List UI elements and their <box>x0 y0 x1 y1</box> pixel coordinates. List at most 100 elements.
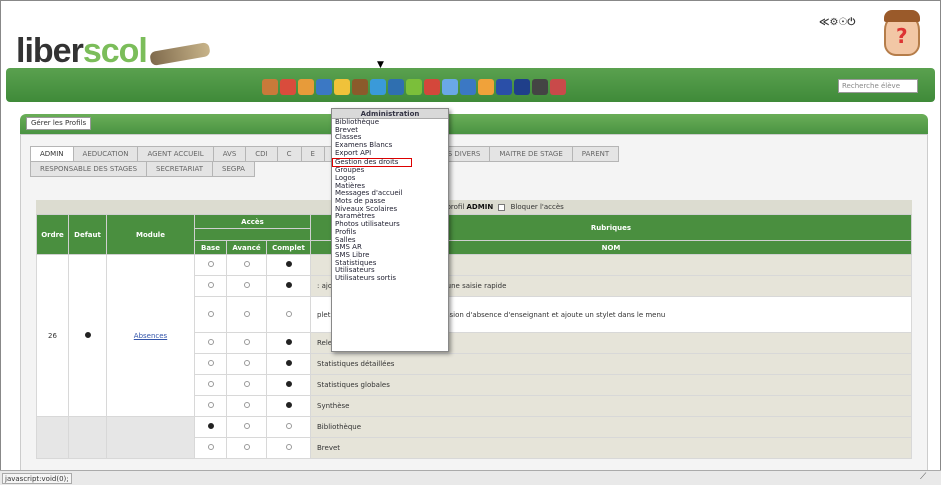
toolbar-icon[interactable] <box>424 79 440 95</box>
toolbar-icon[interactable] <box>532 79 548 95</box>
toolbar-icon[interactable] <box>388 79 404 95</box>
default-cell <box>68 254 107 417</box>
avance-radio[interactable] <box>243 423 250 429</box>
avance-radio[interactable] <box>243 402 250 408</box>
avance-radio[interactable] <box>243 310 250 317</box>
toolbar-icon[interactable] <box>460 79 476 95</box>
caption-profile: ADMIN <box>466 203 494 211</box>
complet-radio[interactable] <box>285 444 292 450</box>
base-radio[interactable] <box>207 381 214 387</box>
access-radio-cell <box>194 437 227 459</box>
complet-radio[interactable] <box>285 360 292 366</box>
toolbar-icon[interactable] <box>316 79 332 95</box>
avance-radio[interactable] <box>243 381 250 387</box>
rubrique-cell: Brevet <box>310 437 912 459</box>
toolbar-icon[interactable] <box>280 79 296 95</box>
avance-radio[interactable] <box>243 339 250 345</box>
base-radio[interactable] <box>207 261 214 267</box>
manage-profiles-tab[interactable]: Gérer les Profils <box>26 117 92 130</box>
toolbar-icon[interactable] <box>352 79 368 95</box>
toolbar-icon[interactable] <box>478 79 494 95</box>
profile-tab[interactable]: RESPONSABLE DES STAGES <box>30 161 148 177</box>
toolbar-icon[interactable] <box>496 79 512 95</box>
base-radio[interactable] <box>207 423 214 429</box>
complet-radio[interactable] <box>285 282 292 288</box>
module-link[interactable]: Absences <box>134 332 167 340</box>
avance-radio[interactable] <box>243 360 250 366</box>
profile-tab[interactable]: SECRETARIAT <box>146 161 214 177</box>
complet-radio[interactable] <box>285 310 292 317</box>
avance-radio[interactable] <box>243 282 250 288</box>
caret-down-icon: ▼ <box>377 60 384 70</box>
col-avance: Avancé <box>226 240 267 255</box>
base-radio[interactable] <box>207 339 214 345</box>
base-radio[interactable] <box>207 402 214 408</box>
profile-tab[interactable]: AGENT ACCUEIL <box>137 146 214 162</box>
access-radio-cell <box>194 395 227 417</box>
toolbar-icon[interactable] <box>298 79 314 95</box>
access-radio-cell <box>266 332 311 354</box>
resize-grip-icon[interactable]: ⟋ <box>920 472 926 482</box>
dropdown-item[interactable]: Utilisateurs sortis <box>332 274 448 283</box>
profile-tab[interactable]: AVS <box>212 146 247 162</box>
ordre-cell <box>36 416 69 459</box>
search-input[interactable]: Recherche élève <box>838 79 918 93</box>
avance-radio[interactable] <box>243 261 250 267</box>
access-radio-cell <box>226 374 267 396</box>
col-ordre: Ordre <box>36 214 69 255</box>
col-acces-spacer <box>194 228 311 241</box>
profile-tab[interactable]: CDI <box>245 146 278 162</box>
table-row: 26 Absences <box>36 254 912 417</box>
base-radio[interactable] <box>207 360 214 366</box>
status-bar: javascript:void(0); <box>0 470 941 485</box>
profile-tab[interactable]: ADMIN <box>30 146 74 162</box>
dropdown-item[interactable]: Export API <box>332 149 448 158</box>
table-caption: le profil ADMIN Bloquer l'accès <box>438 203 564 211</box>
toolbar-icon[interactable] <box>262 79 278 95</box>
administration-dropdown: Administration Bibliothèque Brevet Classes… <box>331 108 449 352</box>
module-cell: Absences <box>106 254 195 417</box>
default-radio[interactable] <box>84 331 91 338</box>
toolbar-icon[interactable] <box>514 79 530 95</box>
block-access-checkbox[interactable] <box>498 203 506 211</box>
avatar[interactable]: ? <box>884 10 920 56</box>
profile-tab[interactable]: C <box>276 146 302 162</box>
access-radio-cell <box>226 437 267 459</box>
rubrique-cell: Synthèse <box>310 395 912 417</box>
default-cell <box>68 416 107 459</box>
profile-tab[interactable]: E <box>300 146 325 162</box>
complet-radio[interactable] <box>285 402 292 408</box>
complet-radio[interactable] <box>285 339 292 345</box>
profile-tab[interactable]: MAITRE DE STAGE <box>489 146 573 162</box>
liberscol-logo[interactable]: liberscol <box>16 32 148 71</box>
toolbar-icon[interactable] <box>334 79 350 95</box>
profile-tab[interactable]: SEGPA <box>212 161 255 177</box>
access-radio-cell <box>226 353 267 375</box>
toolbar-icon[interactable] <box>550 79 566 95</box>
toolbar-icon-row <box>262 76 566 98</box>
logo-part1: liber <box>16 32 84 70</box>
access-radio-cell <box>194 275 227 297</box>
base-radio[interactable] <box>207 282 214 288</box>
col-module: Module <box>106 214 195 255</box>
profile-tab[interactable]: AEDUCATION <box>72 146 139 162</box>
avance-radio[interactable] <box>243 444 250 450</box>
base-radio[interactable] <box>207 444 214 450</box>
top-icons[interactable]: ≪⚙☉⏻ <box>819 17 855 28</box>
access-radio-cell <box>226 275 267 297</box>
access-radio-cell <box>194 416 227 438</box>
section-bar <box>20 114 928 134</box>
complet-radio[interactable] <box>285 381 292 387</box>
toolbar-icon[interactable] <box>370 79 386 95</box>
complet-radio[interactable] <box>285 423 292 429</box>
col-acces: Accès <box>194 214 311 229</box>
col-base: Base <box>194 240 227 255</box>
rights-table-area: Ordre Defaut Module Accès Rubriques Base… <box>36 200 912 485</box>
access-radio-cell <box>266 254 311 276</box>
toolbar-icon[interactable] <box>442 79 458 95</box>
base-radio[interactable] <box>207 310 214 317</box>
profile-tab[interactable]: PARENT <box>571 146 620 162</box>
complet-radio[interactable] <box>285 261 292 267</box>
profile-tabs-row1: ADMINAEDUCATIONAGENT ACCUEILAVSCDICEENSE… <box>30 146 920 162</box>
toolbar-icon[interactable] <box>406 79 422 95</box>
